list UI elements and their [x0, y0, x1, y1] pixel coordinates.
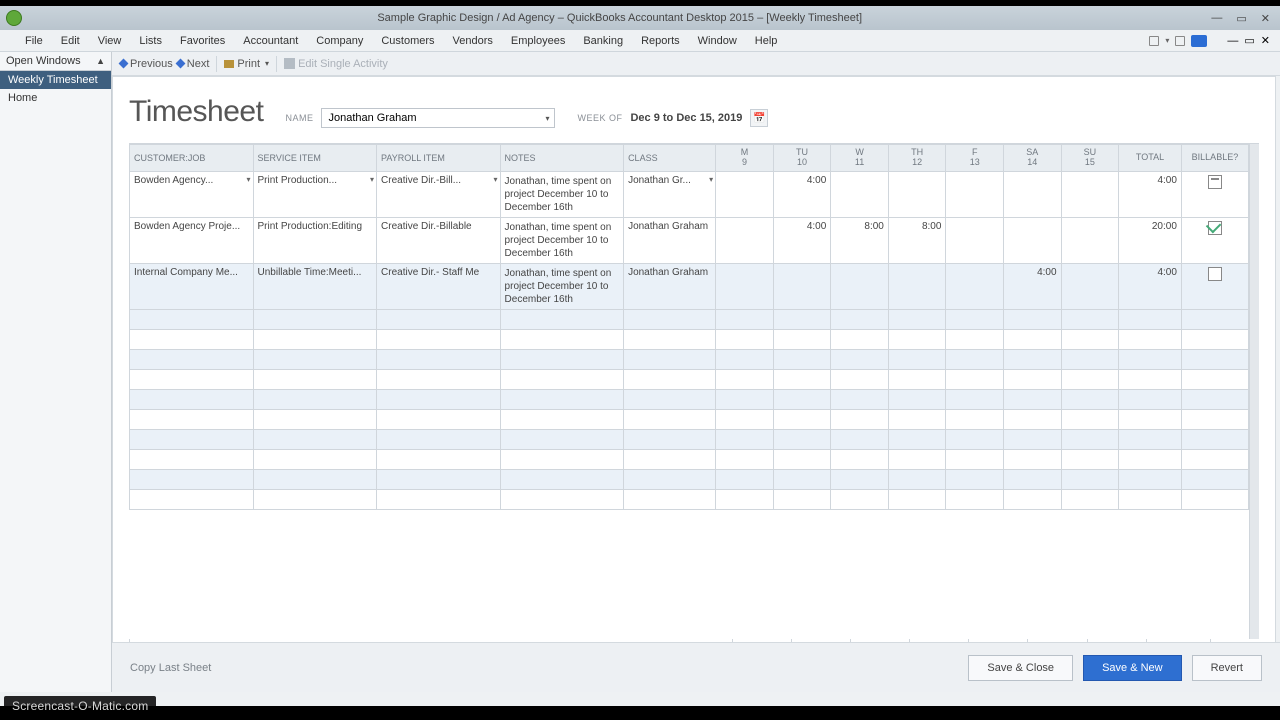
window-title: Sample Graphic Design / Ad Agency – Quic… — [28, 12, 1211, 24]
edit-single-activity-button: Edit Single Activity — [284, 58, 388, 70]
doc-close-button[interactable]: ✕ — [1261, 34, 1270, 47]
menu-app-icon — [4, 35, 16, 47]
search-icon[interactable] — [1149, 36, 1159, 46]
menu-company[interactable]: Company — [307, 35, 372, 47]
menu-view[interactable]: View — [89, 35, 131, 47]
menu-customers[interactable]: Customers — [372, 35, 443, 47]
sidebar-item-weekly-timesheet[interactable]: Weekly Timesheet — [0, 71, 111, 89]
app-icon — [6, 10, 22, 26]
print-button[interactable]: Print▾ — [224, 58, 269, 70]
copy-last-sheet-link[interactable]: Copy Last Sheet — [130, 662, 211, 674]
save-close-button[interactable]: Save & Close — [968, 655, 1073, 681]
weekof-value: Dec 9 to Dec 15, 2019 — [630, 112, 742, 124]
menu-favorites[interactable]: Favorites — [171, 35, 234, 47]
calendar-button[interactable]: 📅 — [750, 109, 768, 127]
vertical-scrollbar[interactable] — [1249, 144, 1259, 639]
doc-minimize-button[interactable]: — — [1227, 35, 1238, 47]
menubar: FileEditViewListsFavoritesAccountantComp… — [0, 30, 1280, 52]
menu-accountant[interactable]: Accountant — [234, 35, 307, 47]
page-title: Timesheet — [129, 95, 263, 129]
name-label: NAME — [285, 113, 313, 123]
billable-checkbox[interactable] — [1208, 175, 1222, 189]
menu-edit[interactable]: Edit — [52, 35, 89, 47]
chevron-down-icon: ▾ — [545, 114, 549, 123]
table-row[interactable]: Bowden Agency...▾Print Production...▾Cre… — [130, 171, 1249, 217]
name-dropdown[interactable]: Jonathan Graham ▾ — [321, 108, 555, 128]
table-row[interactable]: Internal Company Me...Unbillable Time:Me… — [130, 263, 1249, 309]
sidebar-header: Open Windows — [6, 55, 81, 67]
subtoolbar: Previous Next Print▾ Edit Single Activit… — [112, 52, 1280, 76]
menu-help[interactable]: Help — [746, 35, 787, 47]
weekof-label: WEEK OF — [577, 113, 622, 123]
menu-banking[interactable]: Banking — [574, 35, 632, 47]
menu-file[interactable]: File — [16, 35, 52, 47]
menu-employees[interactable]: Employees — [502, 35, 574, 47]
revert-button[interactable]: Revert — [1192, 655, 1262, 681]
menu-vendors[interactable]: Vendors — [444, 35, 502, 47]
sidebar-collapse-icon[interactable]: ▲ — [96, 56, 105, 66]
minimize-button[interactable]: — — [1211, 12, 1222, 25]
table-row[interactable]: Bowden Agency Proje...Print Production:E… — [130, 217, 1249, 263]
billable-checkbox[interactable] — [1208, 267, 1222, 281]
titlebar: Sample Graphic Design / Ad Agency – Quic… — [0, 6, 1280, 30]
menu-reports[interactable]: Reports — [632, 35, 689, 47]
save-new-button[interactable]: Save & New — [1083, 655, 1182, 681]
name-value: Jonathan Graham — [328, 112, 416, 124]
previous-button[interactable]: Previous — [120, 58, 173, 70]
next-button[interactable]: Next — [177, 58, 210, 70]
maximize-button[interactable]: ▭ — [1236, 12, 1246, 25]
menu-window[interactable]: Window — [689, 35, 746, 47]
watermark: Screencast-O-Matic.com — [4, 696, 156, 716]
help-flag-icon[interactable] — [1191, 35, 1207, 47]
open-windows-panel: Open Windows ▲ Weekly TimesheetHome — [0, 52, 112, 692]
sidebar-item-home[interactable]: Home — [0, 89, 111, 107]
chevron-down-icon[interactable]: ▾ — [1165, 36, 1169, 45]
menu-lists[interactable]: Lists — [130, 35, 171, 47]
doc-restore-button[interactable]: ▭ — [1244, 34, 1254, 47]
billable-checkbox[interactable] — [1208, 221, 1222, 235]
close-button[interactable]: ✕ — [1261, 12, 1270, 25]
expand-icon[interactable] — [1175, 36, 1185, 46]
timesheet-table: CUSTOMER:JOBSERVICE ITEMPAYROLL ITEMNOTE… — [129, 144, 1249, 510]
